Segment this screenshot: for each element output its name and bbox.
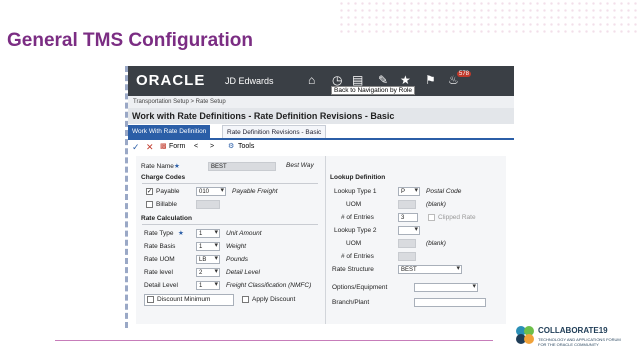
billable-code-field[interactable] <box>196 200 220 209</box>
rate-basis-select[interactable]: 1 <box>196 242 220 251</box>
ok-check-icon[interactable]: ✓ <box>132 141 140 153</box>
payable-code-select[interactable]: 010 <box>196 187 226 196</box>
clipped-rate-checkbox[interactable] <box>428 214 435 221</box>
lookup-type-2-select[interactable] <box>398 226 420 235</box>
column-divider <box>325 156 326 324</box>
detail-level-label: Detail Level <box>144 282 178 289</box>
form-panel: Rate Name ★ BEST Best Way Charge Codes ✓… <box>136 156 506 324</box>
lookup-type-2-label: Lookup Type 2 <box>334 227 377 234</box>
lookup-type-1-label: Lookup Type 1 <box>334 188 377 195</box>
star-icon[interactable]: ★ <box>400 74 411 86</box>
rate-level-description: Detail Level <box>226 269 260 276</box>
rate-basis-label: Rate Basis <box>144 243 176 250</box>
entries-2-field[interactable] <box>398 252 416 261</box>
uom-2-field[interactable] <box>398 239 416 248</box>
uom-1-field[interactable] <box>398 200 416 209</box>
breadcrumb-text: Transportation Setup > Rate Setup <box>133 99 226 105</box>
discount-minimum-label: Discount Minimum <box>157 296 211 303</box>
detail-level-select[interactable]: 1 <box>196 281 220 290</box>
clock-icon[interactable]: ◷ <box>332 74 342 86</box>
rate-calculation-heading: Rate Calculation <box>141 215 192 222</box>
branch-plant-field[interactable] <box>414 298 486 307</box>
rate-uom-label: Rate UOM <box>144 256 175 263</box>
footer-rule <box>55 340 493 341</box>
decorative-dot-pattern <box>338 0 638 34</box>
branch-plant-label: Branch/Plant <box>332 299 370 306</box>
form-menu[interactable]: Form <box>169 141 185 153</box>
form-icon: ▩ <box>160 143 167 150</box>
rate-uom-description: Pounds <box>226 256 249 263</box>
toolbar: ✓ ✕ ▩ Form < > ⚙ Tools <box>128 141 514 153</box>
entries-1-label: # of Entries <box>341 214 374 221</box>
previous-icon[interactable]: < <box>194 141 198 153</box>
rate-type-label: Rate Type <box>144 230 174 237</box>
charge-codes-heading: Charge Codes <box>141 174 186 181</box>
tab-work-with-rate-definition[interactable]: Work With Rate Definition <box>128 125 211 138</box>
rate-type-select[interactable]: 1 <box>196 229 220 238</box>
apply-discount-label: Apply Discount <box>252 296 296 303</box>
required-star-icon: ★ <box>174 163 180 170</box>
collaborate-tagline: TECHNOLOGY AND APPLICATIONS FORUM FOR TH… <box>538 337 621 347</box>
edit-icon[interactable]: ✎ <box>378 74 388 86</box>
cancel-x-icon[interactable]: ✕ <box>146 141 154 153</box>
payable-label: Payable <box>156 188 180 195</box>
tools-menu[interactable]: Tools <box>238 141 254 153</box>
oracle-logo: ORACLE <box>136 72 206 89</box>
rate-level-label: Rate level <box>144 269 173 276</box>
uom-1-description: (blank) <box>426 201 446 208</box>
uom-1-label: UOM <box>346 201 362 208</box>
breadcrumb: Transportation Setup > Rate Setup <box>128 96 514 108</box>
home-icon[interactable]: ⌂ <box>308 74 315 86</box>
rate-basis-description: Weight <box>226 243 247 250</box>
rate-level-select[interactable]: 2 <box>196 268 220 277</box>
rate-name-description: Best Way <box>286 162 314 169</box>
rate-type-description: Unit Amount <box>226 230 262 237</box>
navigation-tooltip: Back to Navigation by Role <box>331 86 416 95</box>
notification-badge: 578 <box>457 71 472 77</box>
options-equipment-select[interactable] <box>414 283 478 292</box>
divider <box>142 183 318 184</box>
uom-2-label: UOM <box>346 240 362 247</box>
tab-rate-definition-revisions[interactable]: Rate Definition Revisions - Basic <box>222 125 327 138</box>
billable-checkbox[interactable] <box>146 201 153 208</box>
form-title: Work with Rate Definitions - Rate Defini… <box>128 108 514 124</box>
detail-level-description: Freight Classification (NMFC) <box>226 282 312 289</box>
lookup-type-1-description: Postal Code <box>426 188 462 195</box>
collaborate-name: COLLABORATE19 <box>538 326 608 335</box>
rate-name-field[interactable]: BEST <box>208 162 276 171</box>
slide-title: General TMS Configuration <box>7 30 253 51</box>
flag-icon[interactable]: ⚑ <box>425 74 436 86</box>
entries-1-field[interactable]: 3 <box>398 213 418 222</box>
uom-2-description: (blank) <box>426 240 446 247</box>
list-icon[interactable]: ▤ <box>352 74 363 86</box>
tab-bar: Work With Rate Definition Rate Definitio… <box>128 125 514 140</box>
jde-screenshot: ORACLE JD Edwards ⌂ ◷ ▤ ✎ ★ ⚑ ♨ 578 Back… <box>125 66 514 328</box>
rate-name-label: Rate Name <box>141 163 174 170</box>
collaborate-logo: COLLABORATE19 TECHNOLOGY AND APPLICATION… <box>514 322 634 354</box>
rate-uom-select[interactable]: LB <box>196 255 220 264</box>
gear-icon: ⚙ <box>228 143 235 150</box>
lookup-definition-heading: Lookup Definition <box>330 174 386 181</box>
billable-label: Billable <box>156 201 177 208</box>
apply-discount-checkbox[interactable] <box>242 296 249 303</box>
entries-2-label: # of Entries <box>341 253 374 260</box>
divider <box>142 224 318 225</box>
rate-structure-select[interactable]: BEST <box>398 265 462 274</box>
clipped-rate-label: Clipped Rate <box>438 214 476 221</box>
rate-structure-label: Rate Structure <box>332 266 374 273</box>
required-star-icon: ★ <box>178 230 184 237</box>
payable-checkbox[interactable]: ✓ <box>146 188 153 195</box>
next-icon[interactable]: > <box>210 141 214 153</box>
options-equipment-label: Options/Equipment <box>332 284 388 291</box>
app-header: ORACLE JD Edwards ⌂ ◷ ▤ ✎ ★ ⚑ ♨ 578 Back… <box>128 66 514 96</box>
collaborate-mark-icon <box>516 326 534 344</box>
payable-description: Payable Freight <box>232 188 278 195</box>
lookup-type-1-select[interactable]: P <box>398 187 420 196</box>
discount-minimum-checkbox[interactable] <box>147 296 154 303</box>
product-name: JD Edwards <box>225 76 274 86</box>
